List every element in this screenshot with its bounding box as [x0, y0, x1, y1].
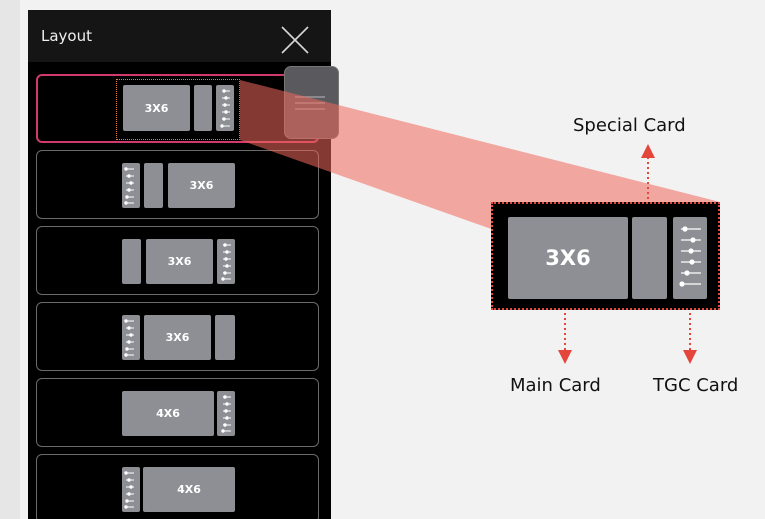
tgc-card-arrowhead — [683, 350, 697, 364]
main-card-arrowhead — [558, 350, 572, 364]
zoomed-layout: 3X6 — [491, 202, 720, 310]
tgc-card-label: TGC Card — [653, 375, 739, 396]
zoom-main-card: 3X6 — [508, 217, 628, 299]
main-card-label: Main Card — [510, 375, 601, 396]
zoom-tgc-card — [673, 217, 707, 299]
special-card-arrowhead — [641, 144, 655, 158]
special-card-label: Special Card — [573, 115, 686, 136]
zoom-special-card — [632, 217, 667, 299]
